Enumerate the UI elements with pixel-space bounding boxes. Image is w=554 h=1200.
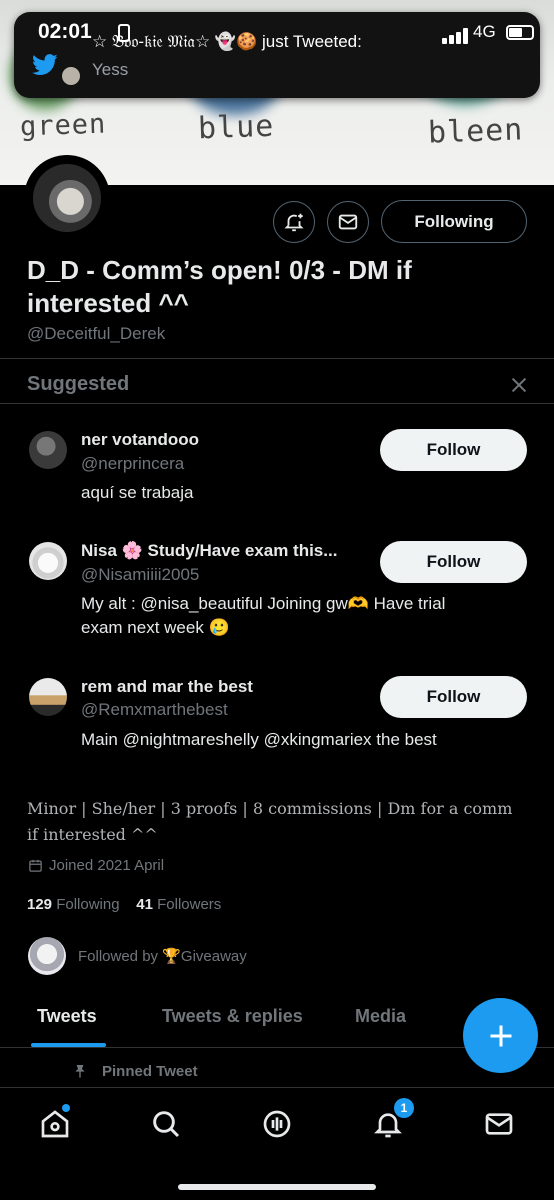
suggested-user-handle: @Remxmarthebest [81, 700, 228, 719]
signal-icon [442, 28, 468, 44]
suggested-title: Suggested [27, 373, 130, 395]
suggested-user-handle: @nerprincera [81, 454, 185, 473]
suggested-user-avatar[interactable] [29, 678, 67, 716]
banner-word: blue [197, 108, 275, 147]
suggested-user-avatar[interactable] [29, 431, 67, 469]
pinned-tweet-label: Pinned Tweet [72, 1062, 198, 1080]
notification-body: Yess [92, 60, 129, 79]
tab-media[interactable]: Media [355, 1006, 406, 1027]
followed-by-name: 🏆Giveaway [162, 948, 247, 965]
tab-tweets[interactable]: Tweets [37, 1006, 97, 1027]
following-button[interactable]: Following [381, 200, 527, 243]
follow-stats: 129 Following 41 Followers [27, 896, 221, 913]
home-icon[interactable] [39, 1108, 71, 1140]
followers-link[interactable]: 41 Followers [136, 896, 221, 913]
suggested-user-bio: My alt : @nisa_beautiful Joining gw🫶 Hav… [81, 594, 446, 637]
bottom-navigation: 1 [0, 1087, 554, 1200]
divider [0, 358, 554, 359]
following-link[interactable]: 129 Following [27, 896, 120, 913]
suggested-user-name[interactable]: Nisa 🌸 Study/Have exam this... [81, 541, 337, 561]
spaces-icon[interactable] [261, 1108, 293, 1140]
plus-icon [490, 1025, 511, 1046]
divider [0, 403, 554, 404]
followed-by-prefix: Followed by [78, 948, 159, 965]
twitter-bird-icon [32, 54, 58, 75]
followed-by-avatar [28, 937, 66, 975]
battery-icon [506, 25, 534, 40]
compose-tweet-button[interactable] [463, 998, 538, 1073]
close-icon[interactable] [508, 374, 530, 396]
bell-plus-icon [284, 213, 304, 232]
profile-display-name: D_D - Comm’s open! 0/3 - DM if intereste… [27, 255, 412, 318]
calendar-icon [29, 859, 42, 872]
banner-word: bleen [427, 112, 524, 151]
suggested-user-name[interactable]: rem and mar the best [81, 677, 253, 697]
followed-by[interactable]: Followed by 🏆Giveaway [28, 937, 247, 975]
network-type: 4G [473, 22, 496, 41]
notifications-bell-button[interactable] [273, 201, 315, 243]
following-count: 129 [27, 896, 53, 913]
notifications-badge: 1 [394, 1098, 414, 1118]
following-label: Following [56, 896, 120, 913]
suggested-user-name[interactable]: ner votandooo [81, 430, 199, 450]
suggested-user-bio: Main @nightmareshelly @xkingmariex the b… [81, 730, 437, 749]
messages-icon[interactable] [483, 1108, 515, 1140]
profile-avatar[interactable] [24, 155, 110, 241]
suggested-user-bio: aquí se trabaja [81, 483, 194, 502]
suggested-user-handle: @Nisamiiii2005 [81, 565, 200, 584]
notification-title: ☆ 𝔅𝔬𝔬-𝔨𝔦𝔢 𝔐𝔦𝔞☆ 👻🍪 just Tweeted: [92, 32, 362, 51]
home-indicator [178, 1184, 376, 1190]
message-button[interactable] [327, 201, 369, 243]
followed-by-text: Followed by 🏆Giveaway [78, 947, 247, 965]
follow-button[interactable]: Follow [380, 541, 527, 583]
notification-avatar [62, 67, 80, 85]
tab-tweets-replies[interactable]: Tweets & replies [162, 1006, 303, 1027]
envelope-icon [338, 214, 358, 230]
profile-bio: Minor | She/her | 3 proofs | 8 commissio… [27, 799, 513, 844]
follow-button[interactable]: Follow [380, 676, 527, 718]
profile-handle: @Deceitful_Derek [27, 324, 166, 343]
followers-label: Followers [157, 896, 222, 913]
joined-date: Joined 2021 April [28, 857, 164, 874]
suggested-user-avatar[interactable] [29, 542, 67, 580]
avatar-image [33, 164, 101, 232]
push-notification[interactable]: 02:01 4G ☆ 𝔅𝔬𝔬-𝔨𝔦𝔢 𝔐𝔦𝔞☆ 👻🍪 just Tweeted:… [14, 12, 540, 98]
pinned-text: Pinned Tweet [102, 1062, 198, 1080]
pin-icon [75, 1065, 85, 1078]
status-time: 02:01 [38, 20, 92, 43]
banner-word: green [19, 108, 107, 143]
follow-button[interactable]: Follow [380, 429, 527, 471]
joined-text: Joined 2021 April [49, 857, 165, 874]
home-unread-dot [62, 1104, 70, 1112]
search-icon[interactable] [150, 1108, 182, 1140]
followers-count: 41 [136, 896, 153, 913]
